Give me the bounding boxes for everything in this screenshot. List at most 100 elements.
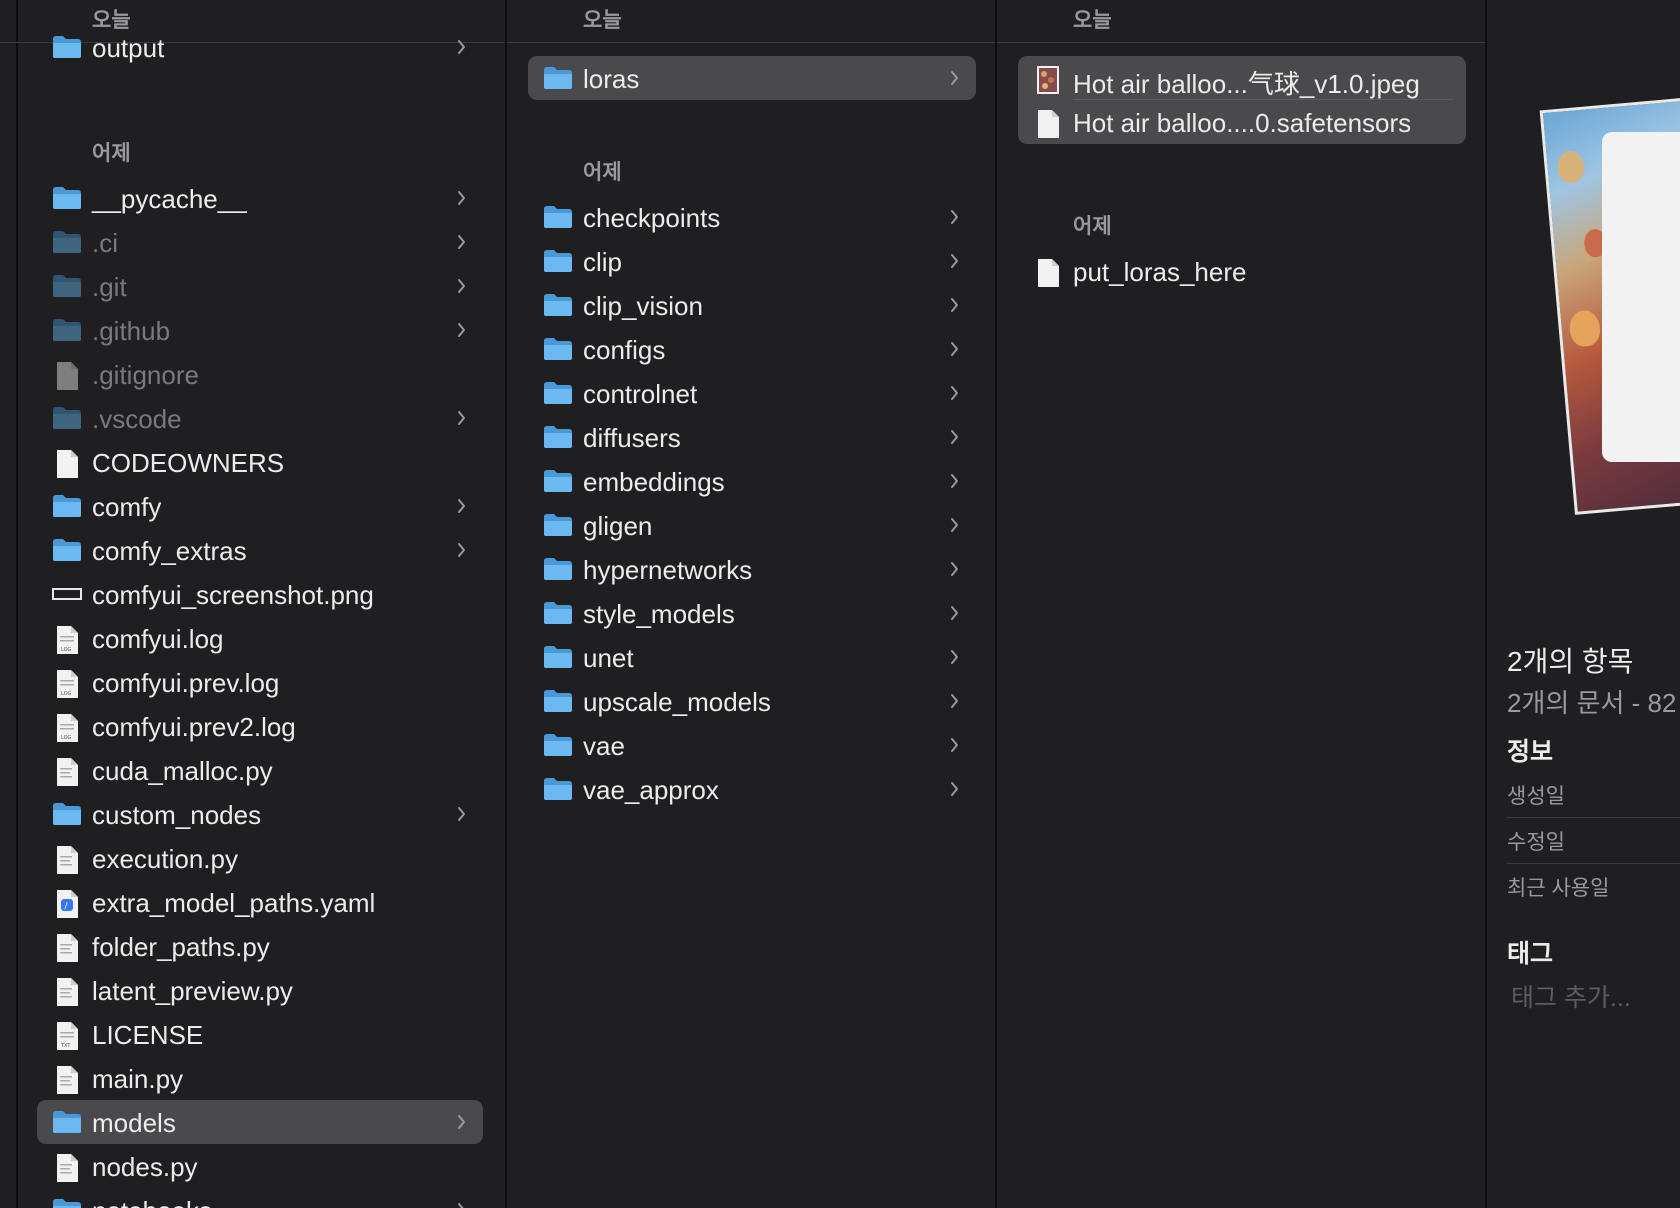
file-row-git[interactable]: .git [37,264,483,308]
folder-row-unet[interactable]: unet [528,635,976,679]
file-row-folder-paths-py[interactable]: folder_paths.py [37,924,483,968]
file-row-latent-preview-py[interactable]: latent_preview.py [37,968,483,1012]
item-label: checkpoints [583,203,721,233]
item-label: latent_preview.py [92,976,293,1006]
folder-row-clip[interactable]: clip [528,239,976,283]
folder-icon [52,802,82,826]
folder-row-configs[interactable]: configs [528,327,976,371]
chevron-right-icon [946,731,964,759]
file-row-extra-model-paths-yaml[interactable]: / extra_model_paths.yaml [37,880,483,924]
section-yesterday-label: 어제 [1073,215,1112,238]
folder-icon [52,35,82,59]
file-row-output[interactable]: output [37,25,483,69]
file-row-put-loras-here[interactable]: put_loras_here [1018,249,1466,293]
file-row-comfy-extras[interactable]: comfy_extras [37,528,483,572]
item-label: nodes.py [92,1152,198,1182]
item-label: folder_paths.py [92,932,270,962]
selection-summary: 2개의 문서 - 82 [1507,688,1677,718]
preview-pane: 2개의 항목 2개의 문서 - 82 정보 생성일 수정일 최근 사용일 태그 … [1487,0,1680,1208]
folder-row-vae[interactable]: vae [528,723,976,767]
item-label: Hot air balloo...气球_v1.0.jpeg [1073,69,1420,99]
svg-text:TXT: TXT [60,1043,71,1049]
file-row-comfyui-screenshot-png[interactable]: comfyui_screenshot.png [37,572,483,616]
item-label: clip_vision [583,291,703,321]
folder-icon [52,538,82,562]
folder-row-clip-vision[interactable]: clip_vision [528,283,976,327]
item-label: .github [92,316,171,346]
item-label: loras [583,64,640,94]
text-file-icon: TXT [52,1022,82,1050]
folder-icon [543,689,573,713]
folder-row-checkpoints[interactable]: checkpoints [528,195,976,239]
file-row-github[interactable]: .github [37,308,483,352]
item-label: clip [583,247,623,277]
file-row-custom-nodes[interactable]: custom_nodes [37,792,483,836]
column-loras-folder: 오늘 어제 Hot air balloo...气球_v1.0.jpeg Hot a… [997,0,1487,1208]
chevron-right-icon [946,291,964,319]
item-label: comfyui.prev2.log [92,712,296,742]
item-label: __pycache__ [92,184,247,214]
yaml-file-icon: / [52,890,82,918]
folder-row-upscale-models[interactable]: upscale_models [528,679,976,723]
item-label: .ci [92,228,118,258]
file-row-license[interactable]: TXT LICENSE [37,1012,483,1056]
info-row-modified: 수정일 [1507,818,1680,864]
file-row-gitignore[interactable]: .gitignore [37,352,483,396]
file-row-hot-air-balloo-v1-0-jpeg[interactable]: Hot air balloo...气球_v1.0.jpeg [1018,56,1466,100]
file-row-ci[interactable]: .ci [37,220,483,264]
chevron-right-icon [946,643,964,671]
file-row-main-py[interactable]: main.py [37,1056,483,1100]
folder-row-vae-approx[interactable]: vae_approx [528,767,976,811]
folder-row-diffusers[interactable]: diffusers [528,415,976,459]
item-label: vae [583,731,625,761]
add-tag-field[interactable]: 태그 추가... [1511,978,1631,1014]
chevron-right-icon [946,64,964,92]
section-yesterday-label: 어제 [583,161,622,184]
info-row-last-opened: 최근 사용일 [1507,864,1680,909]
folder-row-hypernetworks[interactable]: hypernetworks [528,547,976,591]
file-row-codeowners[interactable]: CODEOWNERS [37,440,483,484]
item-label: comfyui_screenshot.png [92,580,374,610]
item-label: LICENSE [92,1020,204,1050]
folder-row-gligen[interactable]: gligen [528,503,976,547]
document-icon [52,362,82,390]
item-label: comfyui.prev.log [92,668,280,698]
file-row-notebooks[interactable]: notebooks [37,1188,483,1208]
python-file-icon [52,934,82,962]
folder-row-style-models[interactable]: style_models [528,591,976,635]
chevron-right-icon [946,423,964,451]
file-row-comfy[interactable]: comfy [37,484,483,528]
item-label: custom_nodes [92,800,262,830]
folder-icon [52,494,82,518]
folder-icon [52,1110,82,1134]
section-today-label: 오늘 [583,9,622,32]
chevron-right-icon [946,247,964,275]
file-row-hot-air-balloo-0-safetensors[interactable]: Hot air balloo....0.safetensors [1018,100,1466,144]
folder-row-loras[interactable]: loras [528,56,976,100]
chevron-right-icon [946,467,964,495]
item-label: comfy [92,492,162,522]
file-row-models[interactable]: models [37,1100,483,1144]
file-row-comfyui-log[interactable]: LOG comfyui.log [37,616,483,660]
item-label: configs [583,335,666,365]
folder-row-controlnet[interactable]: controlnet [528,371,976,415]
file-row-comfyui-prev-log[interactable]: LOG comfyui.prev.log [37,660,483,704]
folder-icon [543,293,573,317]
folder-icon [52,186,82,210]
tags-heading: 태그 [1507,940,1554,968]
file-row-vscode[interactable]: .vscode [37,396,483,440]
column-header: 오늘 [507,0,995,43]
folder-icon [543,425,573,449]
folder-row-embeddings[interactable]: embeddings [528,459,976,503]
folder-icon [543,557,573,581]
file-row-cuda-malloc-py[interactable]: cuda_malloc.py [37,748,483,792]
folder-icon [52,1198,82,1208]
file-row-nodes-py[interactable]: nodes.py [37,1144,483,1188]
file-row-pycache[interactable]: __pycache__ [37,176,483,220]
item-label: upscale_models [583,687,771,717]
selection-count-title: 2개의 항목 [1507,646,1634,677]
python-file-icon [52,1154,82,1182]
file-row-comfyui-prev2-log[interactable]: LOG comfyui.prev2.log [37,704,483,748]
item-label: controlnet [583,379,698,409]
file-row-execution-py[interactable]: execution.py [37,836,483,880]
